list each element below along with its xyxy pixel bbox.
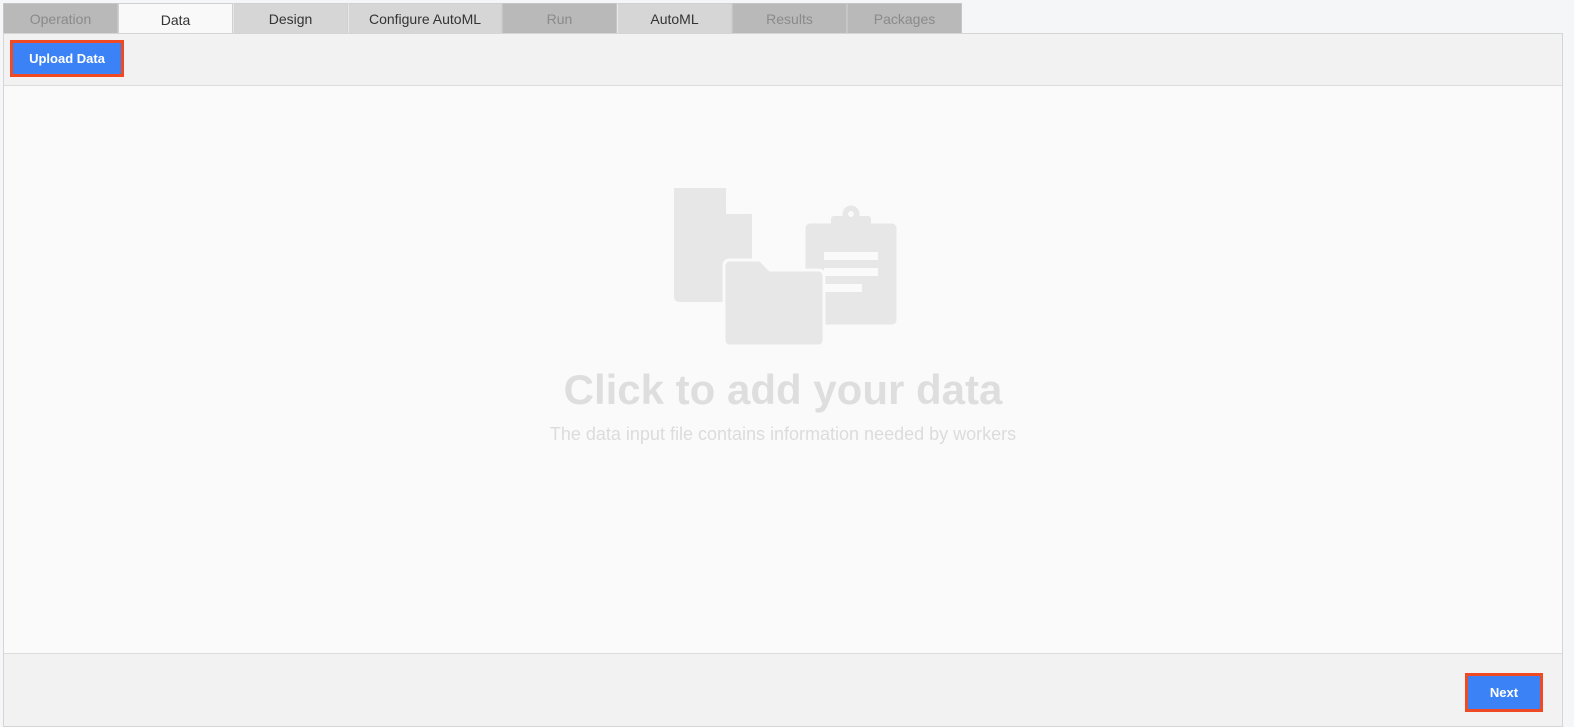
data-panel: Upload Data Click to add your data The d…	[3, 33, 1563, 727]
data-dropzone[interactable]: Click to add your data The data input fi…	[4, 86, 1562, 653]
tab-packages[interactable]: Packages	[847, 3, 962, 34]
upload-data-button[interactable]: Upload Data	[10, 40, 124, 77]
tab-run[interactable]: Run	[502, 3, 617, 34]
footer-bar: Next	[4, 653, 1562, 726]
tab-configure-automl[interactable]: Configure AutoML	[348, 3, 502, 34]
dropzone-subtitle: The data input file contains information…	[549, 424, 1017, 444]
next-button[interactable]: Next	[1465, 673, 1543, 712]
tab-results[interactable]: Results	[732, 3, 847, 34]
tab-design[interactable]: Design	[233, 3, 348, 34]
tab-data[interactable]: Data	[118, 3, 233, 35]
tab-automl[interactable]: AutoML	[617, 3, 732, 34]
toolbar: Upload Data	[4, 34, 1562, 86]
file-folder-clipboard-icon	[674, 188, 900, 346]
tab-bar: Operation Data Design Configure AutoML R…	[3, 3, 962, 35]
tab-operation[interactable]: Operation	[3, 3, 118, 34]
dropzone-title: Click to add your data	[563, 366, 1003, 413]
